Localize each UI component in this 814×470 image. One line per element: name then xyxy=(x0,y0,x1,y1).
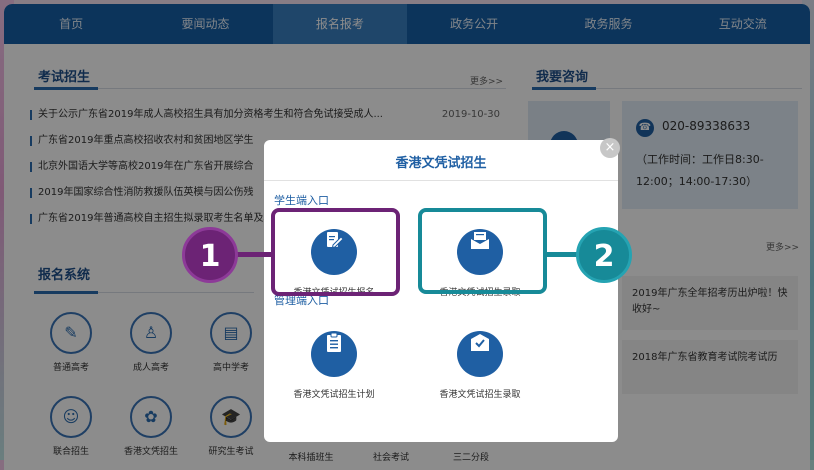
student-entry-heading: 学生端入口 xyxy=(274,194,329,207)
step-badge-2: 2 xyxy=(576,227,632,283)
admin-plan-button[interactable]: 香港文凭试招生计划 xyxy=(264,320,404,400)
modal-title: 香港文凭试招生 xyxy=(395,156,487,171)
connector-2 xyxy=(547,252,579,257)
highlight-box-1 xyxy=(271,208,400,296)
admin-admission-label: 香港文凭试招生录取 xyxy=(439,390,521,400)
close-icon[interactable]: × xyxy=(600,138,620,158)
highlight-box-2 xyxy=(418,208,547,294)
clipboard-list-icon xyxy=(311,331,357,377)
check-mail-icon xyxy=(457,331,503,377)
admin-plan-label: 香港文凭试招生计划 xyxy=(293,390,375,400)
step-badge-1: 1 xyxy=(182,227,238,283)
admin-admission-button[interactable]: 香港文凭试招生录取 xyxy=(410,320,550,400)
connector-1 xyxy=(236,252,272,257)
divider xyxy=(264,180,618,181)
